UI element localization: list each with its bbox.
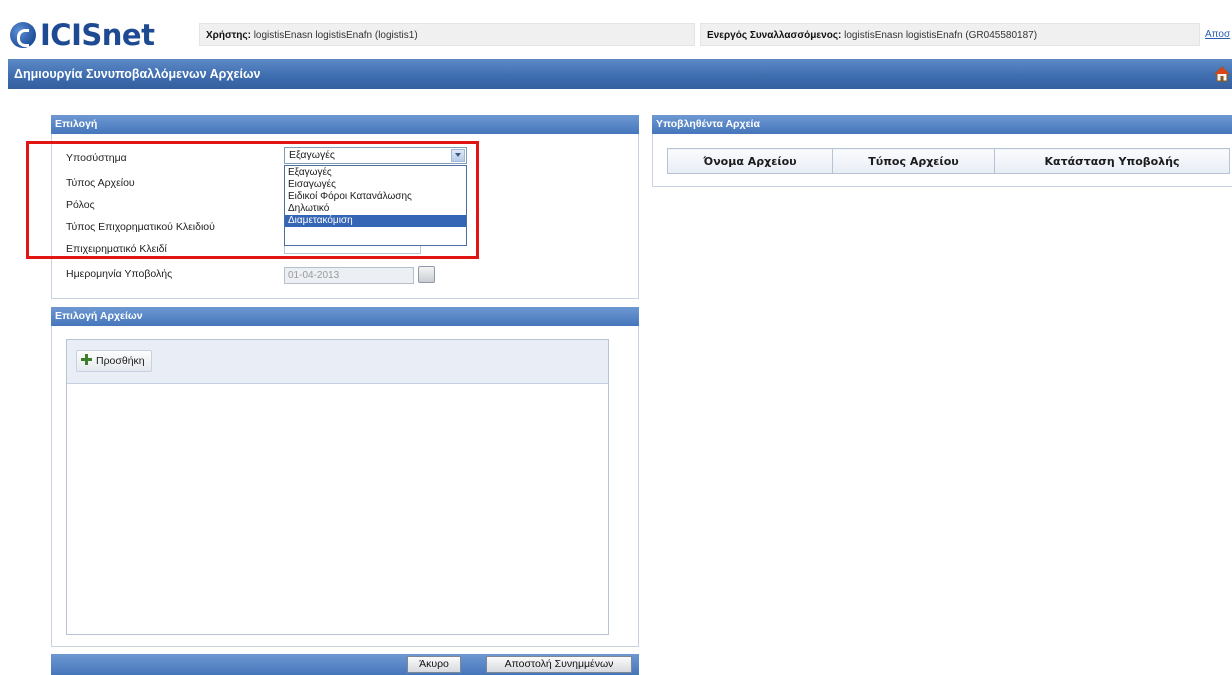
plus-icon xyxy=(81,354,92,365)
file-list-area: Προσθήκη xyxy=(66,339,609,635)
selection-panel-header: Επιλογή xyxy=(51,115,639,134)
logo-emblem-icon xyxy=(10,22,36,48)
file-selection-header: Επιλογή Αρχείων xyxy=(51,307,639,326)
calendar-icon[interactable] xyxy=(418,266,435,283)
column-file-name[interactable]: Όνομα Αρχείου xyxy=(667,148,833,174)
page-title-bar: Δημιουργία Συνυποβαλλόμενων Αρχείων xyxy=(8,59,1232,89)
home-icon[interactable] xyxy=(1214,66,1230,82)
column-submission-status[interactable]: Κατάσταση Υποβολής xyxy=(994,148,1230,174)
column-file-type[interactable]: Τύπος Αρχείου xyxy=(832,148,995,174)
submission-date-value: 01-04-2013 xyxy=(288,270,340,281)
action-bar: Άκυρο Αποστολή Συνημμένων xyxy=(51,654,639,675)
table-header-row: Όνομα Αρχείου Τύπος Αρχείου Κατάσταση Υπ… xyxy=(667,148,1230,174)
add-file-button[interactable]: Προσθήκη xyxy=(76,350,152,372)
active-trader-label: Ενεργός Συναλλασσόμενος: xyxy=(707,30,842,41)
submitted-files-header: Υποβληθέντα Αρχεία xyxy=(652,115,1232,134)
logout-link[interactable]: Αποσ xyxy=(1205,23,1232,46)
submission-date-input[interactable]: 01-04-2013 xyxy=(284,267,414,284)
user-info: Χρήστης: logistisEnasn logistisEnafn (lo… xyxy=(199,23,695,46)
submission-date-label: Ημερομηνία Υποβολής xyxy=(66,268,173,280)
cancel-button[interactable]: Άκυρο xyxy=(407,656,461,673)
file-list-toolbar: Προσθήκη xyxy=(67,340,608,384)
active-trader-value: logistisEnasn logistisEnafn (GR045580187… xyxy=(841,30,1038,41)
user-label: Χρήστης: xyxy=(206,30,251,41)
logo-text: ICISnet xyxy=(40,18,155,52)
active-trader-info: Ενεργός Συναλλασσόμενος: logistisEnasn l… xyxy=(700,23,1200,46)
file-selection-panel: Επιλογή Αρχείων Προσθήκη xyxy=(51,307,639,647)
submitted-files-table: Όνομα Αρχείου Τύπος Αρχείου Κατάσταση Υπ… xyxy=(667,148,1230,174)
submitted-files-panel: Υποβληθέντα Αρχεία Όνομα Αρχείου Τύπος Α… xyxy=(652,115,1232,187)
user-value: logistisEnasn logistisEnafn (logistis1) xyxy=(250,30,418,41)
red-highlight-annotation xyxy=(26,141,479,259)
send-attachments-button[interactable]: Αποστολή Συνημμένων xyxy=(486,656,632,673)
add-file-label: Προσθήκη xyxy=(96,355,145,367)
icisnet-logo: ICISnet xyxy=(10,18,190,52)
page-title: Δημιουργία Συνυποβαλλόμενων Αρχείων xyxy=(14,67,261,81)
